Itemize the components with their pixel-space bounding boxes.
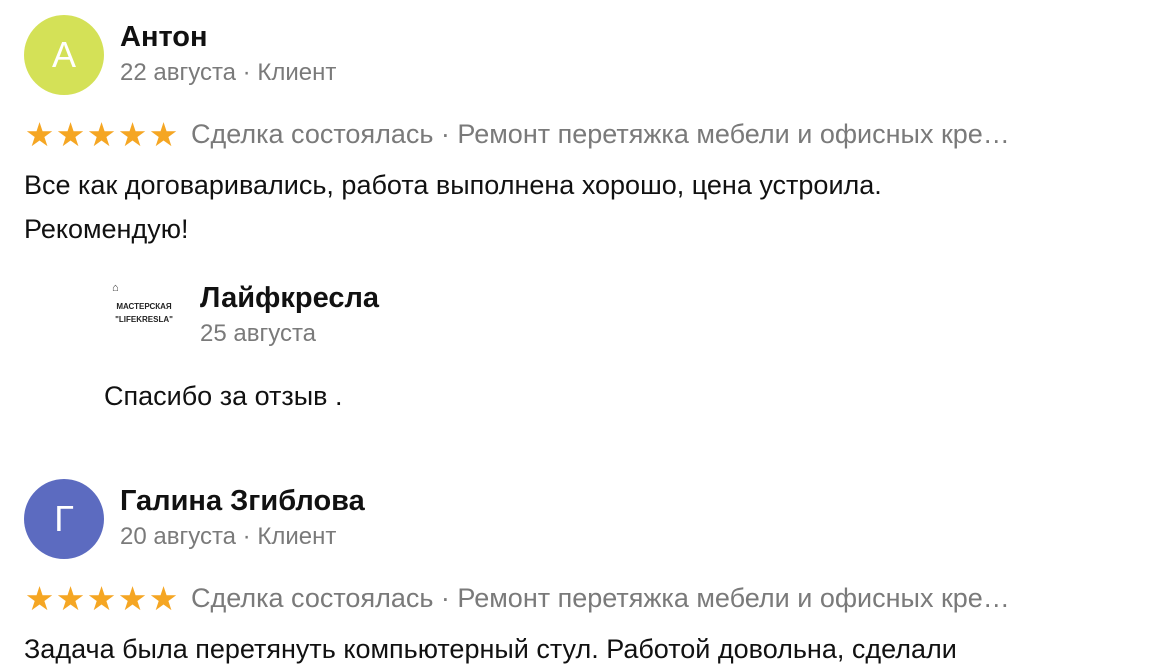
- star-icon: ★: [86, 115, 117, 153]
- seller-reply: ⌂ МАСТЕРСКАЯ "LIFEKRESLA" Лайфкресла 25 …: [104, 272, 1004, 416]
- review-text-line: Задача была перетянуть компьютерный стул…: [24, 634, 957, 664]
- star-icon: ★: [148, 115, 179, 153]
- seller-logo[interactable]: ⌂ МАСТЕРСКАЯ "LIFEKRESLA": [104, 272, 184, 352]
- review-meta: 20 августа · Клиент: [120, 523, 337, 550]
- review-header: А Антон 22 августа · Клиент: [24, 15, 1144, 97]
- deal-info[interactable]: Сделка состоялась · Ремонт перетяжка меб…: [191, 583, 1010, 614]
- star-icon: ★: [86, 579, 117, 617]
- logo-line: "LIFEKRESLA": [115, 315, 173, 324]
- deal-info[interactable]: Сделка состоялась · Ремонт перетяжка меб…: [191, 119, 1010, 150]
- avatar[interactable]: А: [24, 15, 104, 95]
- star-icon: ★: [117, 579, 148, 617]
- rating-row: ★ ★ ★ ★ ★ Сделка состоялась · Ремонт пер…: [24, 114, 1144, 154]
- review-text-line: Все как договаривались, работа выполнена…: [24, 170, 882, 200]
- star-icon: ★: [24, 115, 55, 153]
- review-text-line: Рекомендую!: [24, 214, 189, 244]
- review-header: Г Галина Згиблова 20 августа · Клиент: [24, 479, 1144, 561]
- review-card: Г Галина Згиблова 20 августа · Клиент ★ …: [24, 479, 1144, 671]
- logo-line: МАСТЕРСКАЯ: [116, 302, 172, 311]
- avatar-letter: А: [51, 34, 76, 75]
- review-card: А Антон 22 августа · Клиент ★ ★ ★ ★ ★ Сд…: [24, 15, 1144, 251]
- review-text: Задача была перетянуть компьютерный стул…: [24, 627, 1034, 671]
- reply-text: Спасибо за отзыв .: [104, 381, 343, 411]
- chair-logo-icon: ⌂: [112, 282, 119, 294]
- avatar[interactable]: Г: [24, 479, 104, 559]
- star-icon: ★: [148, 579, 179, 617]
- rating-stars: ★ ★ ★ ★ ★: [24, 582, 179, 615]
- rating-row: ★ ★ ★ ★ ★ Сделка состоялась · Ремонт пер…: [24, 578, 1144, 618]
- reply-author[interactable]: Лайфкресла: [200, 280, 379, 316]
- star-icon: ★: [24, 579, 55, 617]
- reply-date: 25 августа: [200, 320, 317, 347]
- review-meta: 22 августа · Клиент: [120, 59, 337, 86]
- reply-header: ⌂ МАСТЕРСКАЯ "LIFEKRESLA" Лайфкресла 25 …: [104, 272, 1004, 352]
- star-icon: ★: [55, 115, 86, 153]
- star-icon: ★: [55, 579, 86, 617]
- review-author[interactable]: Антон: [120, 19, 336, 55]
- review-author[interactable]: Галина Згиблова: [120, 483, 365, 519]
- star-icon: ★: [117, 115, 148, 153]
- rating-stars: ★ ★ ★ ★ ★: [24, 118, 179, 151]
- avatar-letter: Г: [54, 498, 74, 539]
- review-text: Все как договаривались, работа выполнена…: [24, 163, 1034, 251]
